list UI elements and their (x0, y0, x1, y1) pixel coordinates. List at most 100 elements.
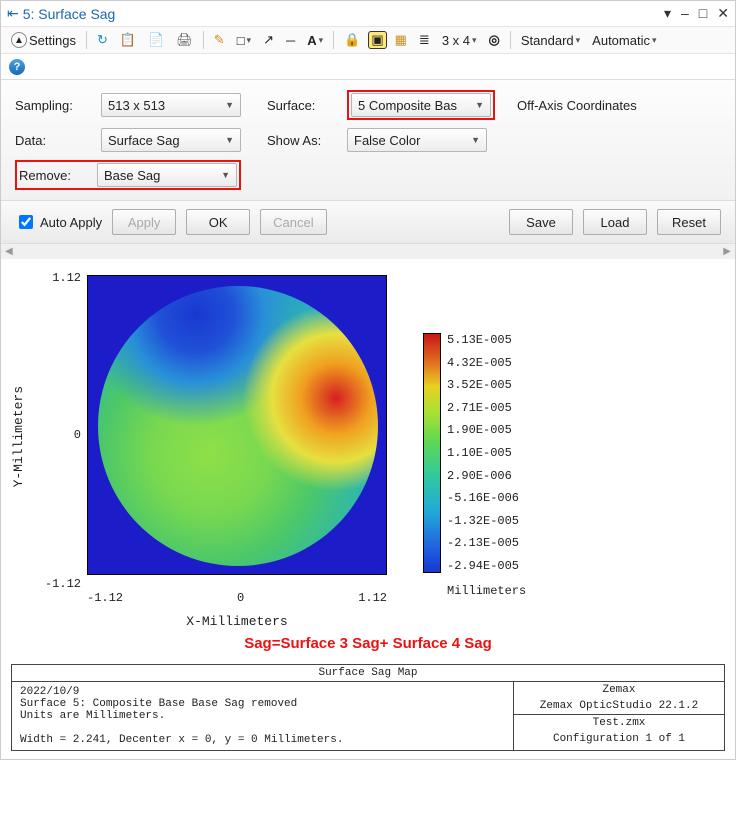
sampling-label: Sampling: (15, 98, 93, 113)
remove-select[interactable]: Base Sag ▼ (97, 163, 237, 187)
horizontal-scrollbar[interactable]: ◀ ▶ (1, 243, 735, 259)
surface-value: 5 Composite Bas (358, 98, 457, 113)
print-icon[interactable]: 🖨 (172, 30, 197, 50)
automatic-label: Automatic (592, 33, 650, 48)
fr-top2: Zemax OpticStudio 22.1.2 (514, 698, 724, 714)
y-tick-mid: 0 (37, 428, 87, 442)
showas-label: Show As: (267, 133, 339, 148)
reset-button[interactable]: Reset (657, 209, 721, 235)
target-icon[interactable]: ◎ (485, 30, 504, 50)
showas-select[interactable]: False Color ▼ (347, 128, 487, 152)
window: ⇤ 5: Surface Sag ▾ – □ ✕ ▲ Settings ↻ 📋 … (0, 0, 736, 760)
cb-tick: 2.90E-006 (447, 469, 519, 483)
apply-button: Apply (112, 209, 176, 235)
x-tick-right: 1.12 (358, 591, 387, 605)
scroll-right-icon[interactable]: ▶ (723, 246, 731, 257)
toolbar: ▲ Settings ↻ 📋 📄 🖨 ✎ □ ↗ ─ A 🔒 ▣ ▦ ≣ 3 x… (1, 26, 735, 54)
cb-tick: 1.90E-005 (447, 423, 519, 437)
separator (333, 31, 334, 49)
sampling-value: 513 x 513 (108, 98, 165, 113)
colorbar-unit: Millimeters (417, 584, 567, 598)
close-icon[interactable]: ✕ (717, 5, 729, 22)
footer: Surface Sag Map 2022/10/9 Surface 5: Com… (11, 664, 725, 751)
grid-size-button[interactable]: 3 x 4 (438, 31, 481, 50)
back-icon[interactable]: ⇤ (7, 5, 19, 22)
cancel-button: Cancel (260, 209, 326, 235)
dropdown-icon[interactable]: ▾ (664, 5, 671, 22)
footer-left: 2022/10/9 Surface 5: Composite Base Base… (12, 682, 514, 750)
footer-title: Surface Sag Map (12, 665, 724, 682)
cb-tick: 1.10E-005 (447, 446, 519, 460)
cb-tick: -2.94E-005 (447, 559, 519, 573)
heatmap-circle (98, 286, 378, 566)
surface-select[interactable]: 5 Composite Bas ▼ (351, 93, 491, 117)
separator (510, 31, 511, 49)
plot-area: Y-Millimeters 1.12 0 -1.12 -1.12 0 1.12 … (1, 259, 735, 664)
rectangle-icon[interactable]: □ (233, 31, 255, 50)
separator (86, 31, 87, 49)
x-axis-label: X-Millimeters (87, 614, 387, 629)
zoom-extents-icon[interactable]: ▣ (368, 31, 386, 49)
colorbar-gradient (423, 333, 441, 573)
minimize-icon[interactable]: – (681, 5, 689, 22)
fl1: Surface 5: Composite Base Base Sag remov… (20, 698, 297, 710)
layers-icon[interactable]: ≣ (415, 30, 434, 50)
window-layout-icon[interactable]: ▦ (391, 30, 411, 50)
save-button[interactable]: Save (509, 209, 573, 235)
titlebar: ⇤ 5: Surface Sag ▾ – □ ✕ (1, 1, 735, 26)
row-remove: Remove: Base Sag ▼ (15, 160, 721, 190)
window-title: 5: Surface Sag (23, 6, 664, 22)
plot-grid: Y-Millimeters 1.12 0 -1.12 -1.12 0 1.12 … (11, 265, 725, 633)
settings-panel: Sampling: 513 x 513 ▼ Surface: 5 Composi… (1, 79, 735, 200)
cb-tick: -1.32E-005 (447, 514, 519, 528)
y-tick-bot: -1.12 (37, 577, 87, 591)
button-row: Auto Apply Apply OK Cancel Save Load Res… (1, 200, 735, 243)
data-select[interactable]: Surface Sag ▼ (101, 128, 241, 152)
fr-top1: Zemax (514, 682, 724, 698)
fl4: Width = 2.241, Decenter x = 0, y = 0 Mil… (20, 734, 343, 746)
heatmap (87, 275, 387, 575)
footer-right: Zemax Zemax OpticStudio 22.1.2 Test.zmx … (514, 682, 724, 750)
line-icon[interactable]: ─ (282, 31, 299, 50)
cb-tick: -5.16E-006 (447, 491, 519, 505)
lock-icon[interactable]: 🔒 (340, 30, 364, 50)
surface-highlight: 5 Composite Bas ▼ (347, 90, 495, 120)
separator (203, 31, 204, 49)
remove-label: Remove: (19, 168, 93, 183)
x-ticks: -1.12 0 1.12 (87, 589, 387, 605)
data-label: Data: (15, 133, 93, 148)
window-controls: ▾ – □ ✕ (664, 5, 729, 22)
grid-size-label: 3 x 4 (442, 33, 470, 48)
fl0: 2022/10/9 (20, 686, 79, 698)
help-icon[interactable]: ? (9, 59, 25, 75)
automatic-dropdown[interactable]: Automatic (588, 31, 660, 50)
refresh-icon[interactable]: ↻ (93, 30, 112, 50)
load-button[interactable]: Load (583, 209, 647, 235)
auto-apply-input[interactable] (19, 215, 33, 229)
fr-bot1: Test.zmx (514, 714, 724, 731)
surface-label: Surface: (267, 98, 339, 113)
pencil-icon[interactable]: ✎ (210, 30, 229, 50)
scroll-left-icon[interactable]: ◀ (5, 246, 13, 257)
ok-button[interactable]: OK (186, 209, 250, 235)
annotation-text: Sag=Surface 3 Sag+ Surface 4 Sag (11, 633, 725, 658)
paste-icon[interactable]: 📄 (144, 30, 168, 50)
sampling-select[interactable]: 513 x 513 ▼ (101, 93, 241, 117)
offaxis-label: Off-Axis Coordinates (517, 98, 637, 113)
cb-tick: 5.13E-005 (447, 333, 519, 347)
settings-label: Settings (29, 33, 76, 48)
chevron-up-icon: ▲ (11, 32, 27, 48)
cb-tick: 2.71E-005 (447, 401, 519, 415)
copy-icon[interactable]: 📋 (116, 30, 140, 50)
y-axis-label: Y-Millimeters (11, 386, 37, 487)
settings-expand-button[interactable]: ▲ Settings (7, 30, 80, 50)
arrow-icon[interactable]: ↗ (259, 30, 278, 50)
cb-tick: -2.13E-005 (447, 536, 519, 550)
text-icon[interactable]: A (303, 31, 327, 50)
chevron-down-icon: ▼ (471, 135, 480, 145)
standard-dropdown[interactable]: Standard (517, 31, 584, 50)
remove-highlight: Remove: Base Sag ▼ (15, 160, 241, 190)
auto-apply-checkbox[interactable]: Auto Apply (15, 212, 102, 232)
maximize-icon[interactable]: □ (699, 5, 707, 22)
remove-value: Base Sag (104, 168, 160, 183)
